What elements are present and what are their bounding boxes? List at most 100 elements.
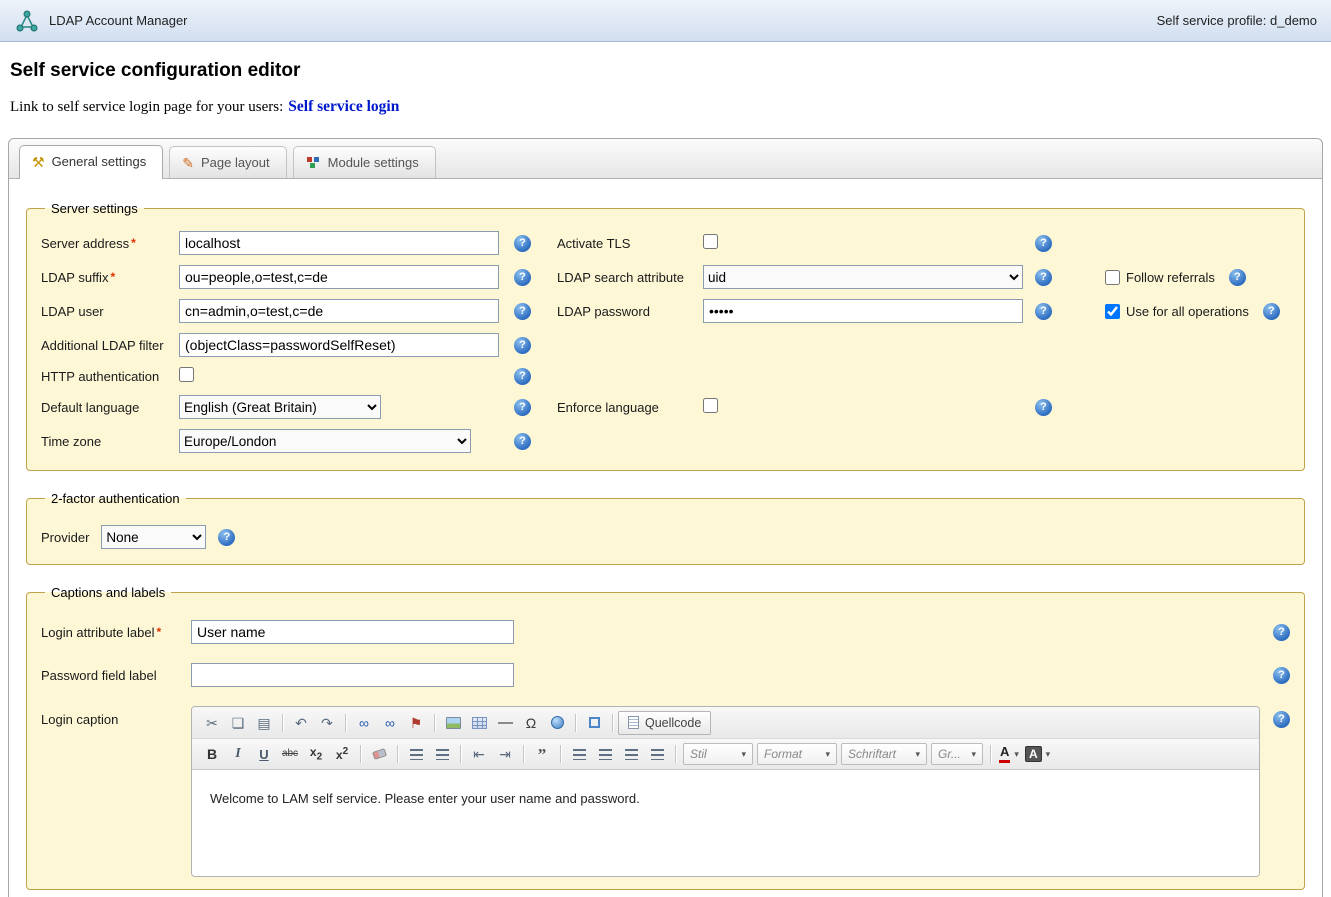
subscript-button[interactable]: x2 bbox=[303, 742, 329, 766]
outdent-icon: ⇤ bbox=[473, 747, 485, 761]
required-marker: * bbox=[110, 270, 115, 284]
ldap-suffix-input[interactable] bbox=[179, 265, 499, 289]
paste-button[interactable]: ▤ bbox=[251, 711, 277, 735]
replace-button[interactable]: ∞ bbox=[377, 711, 403, 735]
help-icon[interactable]: ? bbox=[514, 433, 531, 450]
login-attribute-label-input[interactable] bbox=[191, 620, 514, 644]
cut-button[interactable]: ✂ bbox=[199, 711, 225, 735]
enforce-language-checkbox[interactable] bbox=[703, 398, 718, 413]
source-button[interactable]: Quellcode bbox=[618, 711, 711, 735]
help-icon[interactable]: ? bbox=[1263, 303, 1280, 320]
help-icon[interactable]: ? bbox=[514, 235, 531, 252]
help-icon[interactable]: ? bbox=[218, 529, 235, 546]
remove-format-button[interactable] bbox=[366, 742, 392, 766]
iframe-button[interactable] bbox=[544, 711, 570, 735]
style-dropdown[interactable]: Stil▾ bbox=[683, 743, 753, 765]
special-char-button[interactable]: Ω bbox=[518, 711, 544, 735]
redo-button[interactable]: ↷ bbox=[314, 711, 340, 735]
provider-select[interactable]: None bbox=[101, 525, 206, 549]
undo-button[interactable]: ↶ bbox=[288, 711, 314, 735]
bold-button[interactable]: B bbox=[199, 742, 225, 766]
password-field-label-input[interactable] bbox=[191, 663, 514, 687]
help-icon[interactable]: ? bbox=[514, 368, 531, 385]
http-authentication-checkbox[interactable] bbox=[179, 367, 194, 382]
copy-button[interactable]: ❏ bbox=[225, 711, 251, 735]
activate-tls-label: Activate TLS bbox=[557, 236, 703, 251]
tab-module-settings[interactable]: Module settings bbox=[293, 146, 436, 178]
default-language-label: Default language bbox=[41, 400, 179, 415]
login-caption-editor: ✂ ❏ ▤ ↶ ↷ ∞ ∞ ⚑ Ω bbox=[191, 706, 1260, 877]
help-icon[interactable]: ? bbox=[1273, 711, 1290, 728]
chevron-down-icon: ▾ bbox=[1046, 749, 1051, 760]
bulleted-list-button[interactable] bbox=[429, 742, 455, 766]
help-icon[interactable]: ? bbox=[1035, 269, 1052, 286]
form-row: LDAP suffix* ? LDAP search attribute uid… bbox=[41, 260, 1290, 294]
help-icon[interactable]: ? bbox=[514, 399, 531, 416]
align-left-icon bbox=[573, 749, 586, 760]
use-for-all-operations-label: Use for all operations bbox=[1126, 304, 1249, 319]
self-service-login-link[interactable]: Self service login bbox=[288, 98, 399, 115]
use-for-all-operations-checkbox[interactable] bbox=[1105, 304, 1120, 319]
help-icon[interactable]: ? bbox=[514, 269, 531, 286]
editor-content[interactable]: Welcome to LAM self service. Please ente… bbox=[192, 769, 1259, 876]
globe-icon bbox=[551, 716, 564, 729]
align-right-button[interactable] bbox=[618, 742, 644, 766]
time-zone-select[interactable]: Europe/London bbox=[179, 429, 471, 453]
insert-table-button[interactable] bbox=[466, 711, 492, 735]
find-button[interactable]: ∞ bbox=[351, 711, 377, 735]
chevron-down-icon: ▾ bbox=[915, 749, 920, 760]
underline-button[interactable]: U bbox=[251, 742, 277, 766]
help-icon[interactable]: ? bbox=[514, 303, 531, 320]
server-settings-legend: Server settings bbox=[45, 201, 144, 216]
login-link-line: Link to self service login page for your… bbox=[10, 98, 1331, 116]
follow-referrals-checkbox[interactable] bbox=[1105, 270, 1120, 285]
font-dropdown[interactable]: Schriftart▾ bbox=[841, 743, 927, 765]
help-icon[interactable]: ? bbox=[1035, 235, 1052, 252]
server-address-input[interactable] bbox=[179, 231, 499, 255]
ldap-password-input[interactable] bbox=[703, 299, 1023, 323]
ldap-search-attribute-select[interactable]: uid bbox=[703, 265, 1023, 289]
justify-button[interactable] bbox=[644, 742, 670, 766]
spellcheck-button[interactable]: ⚑ bbox=[403, 711, 429, 735]
align-left-button[interactable] bbox=[566, 742, 592, 766]
default-language-select[interactable]: English (Great Britain) bbox=[179, 395, 381, 419]
superscript-button[interactable]: x2 bbox=[329, 742, 355, 766]
follow-referrals-label: Follow referrals bbox=[1126, 270, 1215, 285]
indent-button[interactable]: ⇥ bbox=[492, 742, 518, 766]
ldap-user-input[interactable] bbox=[179, 299, 499, 323]
activate-tls-checkbox[interactable] bbox=[703, 234, 718, 249]
form-row: Server address* ? Activate TLS ? bbox=[41, 226, 1290, 260]
superscript-icon: x2 bbox=[336, 747, 348, 761]
help-icon[interactable]: ? bbox=[514, 337, 531, 354]
align-center-button[interactable] bbox=[592, 742, 618, 766]
horizontal-rule-button[interactable] bbox=[492, 711, 518, 735]
text-color-button[interactable]: A▾ bbox=[996, 742, 1022, 766]
help-icon[interactable]: ? bbox=[1273, 624, 1290, 641]
blockquote-button[interactable]: ” bbox=[529, 742, 555, 766]
tools-icon: ⚒ bbox=[32, 155, 45, 169]
background-color-button[interactable]: A▾ bbox=[1022, 742, 1053, 766]
help-icon[interactable]: ? bbox=[1035, 303, 1052, 320]
numbered-list-button[interactable] bbox=[403, 742, 429, 766]
page-title: Self service configuration editor bbox=[10, 60, 1331, 82]
replace-icon: ∞ bbox=[385, 716, 395, 730]
ldap-user-label: LDAP user bbox=[41, 304, 179, 319]
help-icon[interactable]: ? bbox=[1229, 269, 1246, 286]
maximize-button[interactable] bbox=[581, 711, 607, 735]
image-icon bbox=[446, 717, 461, 729]
help-icon[interactable]: ? bbox=[1273, 667, 1290, 684]
tab-page-layout[interactable]: ✎ Page layout bbox=[169, 146, 286, 178]
font-size-dropdown[interactable]: Gr...▾ bbox=[931, 743, 983, 765]
tab-general-settings[interactable]: ⚒ General settings bbox=[19, 145, 163, 179]
app-title: LDAP Account Manager bbox=[49, 13, 188, 28]
insert-image-button[interactable] bbox=[440, 711, 466, 735]
format-dropdown[interactable]: Format▾ bbox=[757, 743, 837, 765]
ldap-suffix-label: LDAP suffix bbox=[41, 270, 108, 285]
help-icon[interactable]: ? bbox=[1035, 399, 1052, 416]
strikethrough-button[interactable]: abc bbox=[277, 742, 303, 766]
toolbar-separator bbox=[990, 745, 991, 763]
additional-ldap-filter-input[interactable] bbox=[179, 333, 499, 357]
italic-button[interactable]: I bbox=[225, 742, 251, 766]
outdent-button[interactable]: ⇤ bbox=[466, 742, 492, 766]
login-caption-text: Welcome to LAM self service. Please ente… bbox=[210, 791, 1241, 806]
